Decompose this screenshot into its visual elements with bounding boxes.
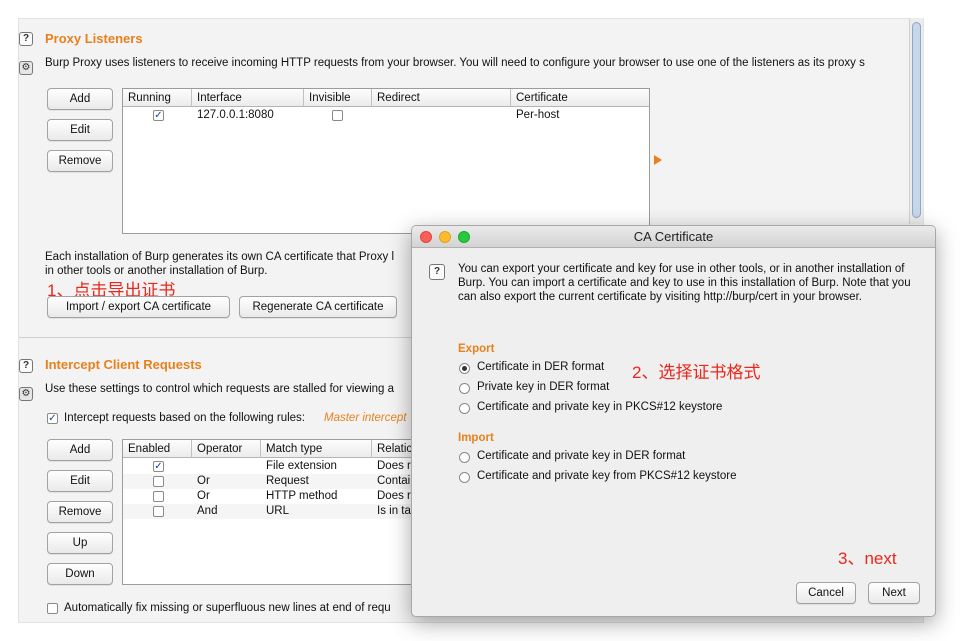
- listener-redirect: [372, 108, 511, 123]
- rule-remove-button[interactable]: Remove: [47, 501, 113, 523]
- scrollbar-thumb[interactable]: [912, 22, 921, 218]
- rule-operator: Or: [197, 490, 210, 502]
- intercept-description: Use these settings to control which requ…: [45, 383, 395, 395]
- listener-interface: 127.0.0.1:8080: [197, 109, 274, 121]
- ca-cert-description-line1: Each installation of Burp generates its …: [45, 251, 395, 263]
- rule-up-button[interactable]: Up: [47, 532, 113, 554]
- rule-edit-button[interactable]: Edit: [47, 470, 113, 492]
- rule-match-type: Request: [266, 475, 309, 487]
- column-header-redirect[interactable]: Redirect: [372, 89, 511, 107]
- annotation-step2: 2、选择证书格式: [632, 363, 761, 382]
- running-checkbox[interactable]: ✓: [153, 110, 164, 121]
- master-intercept-label: Master intercept: [324, 412, 407, 424]
- proxy-listeners-title: Proxy Listeners: [45, 31, 143, 46]
- column-header-invisible[interactable]: Invisible: [304, 89, 372, 107]
- column-header-match-type[interactable]: Match type: [261, 440, 372, 458]
- rule-match-type: File extension: [266, 460, 337, 472]
- help-icon[interactable]: ?: [429, 264, 445, 280]
- import-pkcs12-radio[interactable]: [459, 472, 470, 483]
- column-header-operator[interactable]: Operator: [192, 440, 261, 458]
- intercept-rules-checkbox[interactable]: ✓: [47, 413, 58, 424]
- invisible-checkbox[interactable]: [332, 110, 343, 121]
- dialog-title: CA Certificate: [633, 229, 714, 244]
- intercept-title: Intercept Client Requests: [45, 357, 202, 372]
- intercept-rules-table[interactable]: Enabled Operator Match type Relatic ✓ Fi…: [122, 439, 422, 585]
- cancel-button[interactable]: Cancel: [796, 582, 856, 604]
- import-cert-der-label[interactable]: Certificate and private key in DER forma…: [477, 450, 685, 462]
- export-cert-der-radio[interactable]: [459, 363, 470, 374]
- regenerate-ca-button[interactable]: Regenerate CA certificate: [239, 296, 397, 318]
- import-export-ca-button[interactable]: Import / export CA certificate: [47, 296, 230, 318]
- column-header-running[interactable]: Running: [123, 89, 192, 107]
- auto-fix-newlines-checkbox[interactable]: [47, 603, 58, 614]
- annotation-step3: 3、next: [838, 549, 897, 568]
- table-row[interactable]: ✓ File extension Does r: [123, 459, 422, 474]
- listeners-table-header: Running Interface Invisible Redirect Cer…: [123, 89, 649, 107]
- expand-arrow-icon[interactable]: [653, 154, 663, 166]
- rule-match-type: HTTP method: [266, 490, 338, 502]
- rule-add-button[interactable]: Add: [47, 439, 113, 461]
- column-header-interface[interactable]: Interface: [192, 89, 304, 107]
- export-key-der-label[interactable]: Private key in DER format: [477, 381, 609, 393]
- rule-enabled-checkbox[interactable]: [153, 506, 164, 517]
- rule-enabled-checkbox[interactable]: [153, 476, 164, 487]
- rule-match-type: URL: [266, 505, 290, 517]
- column-header-certificate[interactable]: Certificate: [511, 89, 649, 107]
- help-icon[interactable]: ?: [19, 359, 33, 373]
- gear-icon[interactable]: ⚙: [19, 61, 33, 75]
- table-row[interactable]: And URL Is in ta: [123, 504, 422, 519]
- export-group-label: Export: [458, 343, 495, 355]
- rule-operator: Or: [197, 475, 210, 487]
- gear-icon[interactable]: ⚙: [19, 387, 33, 401]
- vertical-scrollbar[interactable]: [909, 18, 923, 224]
- import-cert-der-radio[interactable]: [459, 452, 470, 463]
- rule-operator: And: [197, 505, 218, 517]
- export-cert-der-label[interactable]: Certificate in DER format: [477, 361, 604, 373]
- import-pkcs12-label[interactable]: Certificate and private key from PKCS#12…: [477, 470, 737, 482]
- export-pkcs12-radio[interactable]: [459, 403, 470, 414]
- auto-fix-newlines-label: Automatically fix missing or superfluous…: [64, 602, 391, 614]
- export-key-der-radio[interactable]: [459, 383, 470, 394]
- intercept-rules-label: Intercept requests based on the followin…: [64, 412, 306, 424]
- rule-operator: [192, 459, 261, 474]
- table-row[interactable]: Or HTTP method Does r: [123, 489, 422, 504]
- listener-edit-button[interactable]: Edit: [47, 119, 113, 141]
- listener-remove-button[interactable]: Remove: [47, 150, 113, 172]
- table-row[interactable]: ✓ 127.0.0.1:8080 Per-host: [123, 108, 649, 123]
- rule-enabled-checkbox[interactable]: ✓: [153, 461, 164, 472]
- listener-certificate: Per-host: [516, 109, 560, 121]
- proxy-listeners-description: Burp Proxy uses listeners to receive inc…: [45, 57, 865, 69]
- rule-down-button[interactable]: Down: [47, 563, 113, 585]
- rules-table-header: Enabled Operator Match type Relatic: [123, 440, 422, 458]
- next-button[interactable]: Next: [868, 582, 920, 604]
- dialog-description: You can export your certificate and key …: [458, 263, 911, 303]
- listener-add-button[interactable]: Add: [47, 88, 113, 110]
- listeners-table[interactable]: Running Interface Invisible Redirect Cer…: [122, 88, 650, 234]
- export-pkcs12-label[interactable]: Certificate and private key in PKCS#12 k…: [477, 401, 722, 413]
- ca-certificate-dialog: CA Certificate ? You can export your cer…: [411, 225, 936, 617]
- dialog-titlebar[interactable]: CA Certificate: [412, 226, 935, 248]
- help-icon[interactable]: ?: [19, 32, 33, 46]
- import-group-label: Import: [458, 432, 494, 444]
- rule-enabled-checkbox[interactable]: [153, 491, 164, 502]
- table-row[interactable]: Or Request Contai: [123, 474, 422, 489]
- column-header-enabled[interactable]: Enabled: [123, 440, 192, 458]
